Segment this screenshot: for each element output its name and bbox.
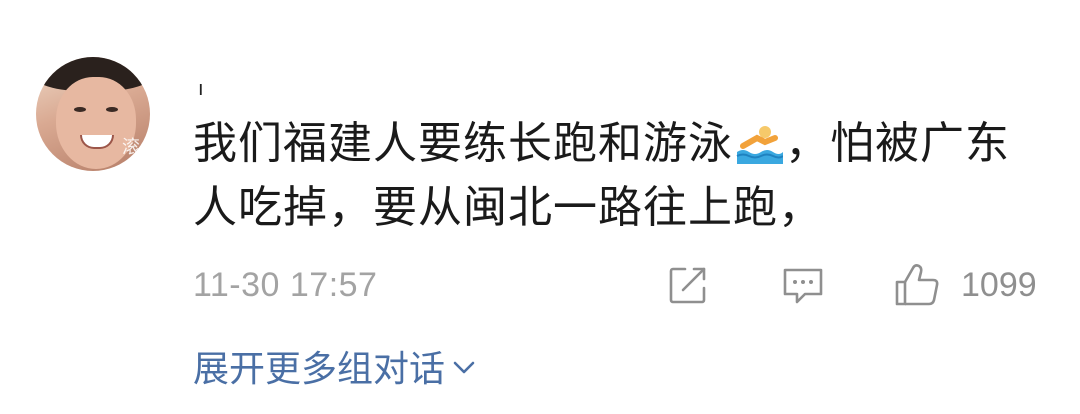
like-button[interactable]: 1099 [893,262,1037,308]
reply-button[interactable] [781,262,825,308]
expand-conversation-label: 展开更多组对话 [193,349,446,390]
comment-item: 滚 ı 我们福建人要练长跑和游泳 ，怕被广东 人吃掉，要从闽北一路往上跑， 11… [0,0,1080,414]
like-count: 1099 [961,265,1037,304]
share-edit-icon [669,267,706,304]
avatar-eye-left [74,107,86,112]
avatar-eye-right [106,107,118,112]
username[interactable]: ı [198,78,204,98]
swimmer-emoji-icon [736,126,783,164]
thumbs-up-icon [895,264,939,306]
comment-text-line2: 人吃掉，要从闽北一路往上跑， [193,182,823,233]
timestamp: 11-30 17:57 [193,266,378,304]
expand-conversation-link[interactable]: 展开更多组对话 [193,340,477,392]
comment-text-part1: 我们福建人要练长跑和游泳 [193,118,733,169]
avatar[interactable]: 滚 [36,57,150,171]
share-button[interactable] [667,262,709,308]
comment-bubble-icon [783,268,823,304]
comment-text-part2: ，怕被广东 [785,118,1010,169]
avatar-watermark: 滚 [122,137,140,158]
comment-text: 我们福建人要练长跑和游泳 ，怕被广东 人吃掉，要从闽北一路往上跑， [193,112,1053,240]
comment-meta-row: 11-30 17:57 1099 [193,262,1053,312]
chevron-down-icon [453,361,475,374]
